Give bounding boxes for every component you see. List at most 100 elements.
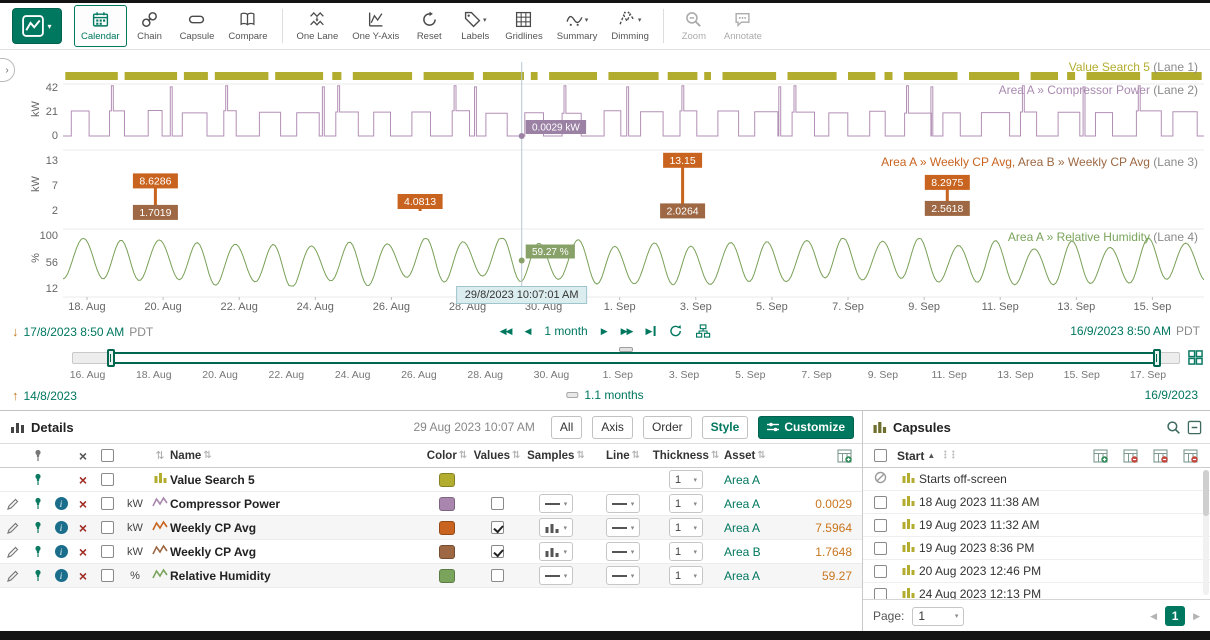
range-start-arrow-icon[interactable]: ↑ [12,388,19,403]
capsules-columns-icon[interactable] [1093,449,1108,463]
capsule-checkbox[interactable] [874,496,887,509]
lane-label[interactable]: Area A » Relative Humidity (Lane 4) [1008,230,1198,244]
display-duration-link[interactable]: 1 month [544,324,587,338]
style-button[interactable]: Style [702,416,749,439]
sidebar-expand-button[interactable]: › [0,58,15,82]
details-row[interactable]: i×kWWeekly CP Avg▾▾1▾Area A7.5964 [0,516,862,540]
remove-icon[interactable]: × [72,496,94,512]
thickness-select[interactable]: 1▾ [669,470,703,489]
capsules-stat-icon-2[interactable] [1153,449,1168,463]
remove-all-icon[interactable]: × [72,448,94,464]
slider-right-handle[interactable] [1153,349,1161,367]
slider-selected-range[interactable] [111,352,1157,364]
values-checkbox[interactable] [491,521,504,534]
samples-select[interactable]: ▾ [539,494,574,513]
row-checkbox[interactable] [101,545,114,558]
investigate-duration-link[interactable]: 1.1 months [584,388,643,402]
scrollbar[interactable] [1203,470,1209,595]
collapse-panel-icon[interactable] [1187,420,1202,435]
row-checkbox[interactable] [101,497,114,510]
capsule-row[interactable]: 20 Aug 2023 12:46 PM [863,560,1210,583]
remove-icon[interactable]: × [72,472,94,488]
capsule-row[interactable]: 19 Aug 2023 11:32 AM [863,514,1210,537]
line-style-select[interactable]: ▾ [606,542,641,561]
details-row[interactable]: i×kWCompressor Power▾▾1▾Area A0.0029 [0,492,862,516]
samples-select[interactable]: ▾ [539,542,573,561]
refresh-button[interactable] [668,324,682,338]
toolbar-chain-button[interactable]: Chain [127,5,173,47]
axis-button[interactable]: Axis [592,416,633,439]
color-swatch[interactable] [439,569,455,583]
asset-link[interactable]: Area A [724,473,760,487]
current-page-button[interactable]: 1 [1165,606,1185,626]
color-swatch[interactable] [439,521,455,535]
select-all-checkbox[interactable] [101,449,114,462]
capsules-stat-icon-3[interactable] [1183,449,1198,463]
thickness-select[interactable]: 1▾ [669,566,703,585]
toolbar-capsule-button[interactable]: Capsule [173,5,222,47]
line-style-select[interactable]: ▾ [606,494,641,513]
info-icon[interactable]: i [55,545,68,558]
toolbar-reset-button[interactable]: Reset [406,5,452,47]
investigate-range-start-link[interactable]: 14/8/2023 [24,389,77,403]
column-header-color[interactable]: Color⇅ [420,450,474,462]
toolbar-one-lane-button[interactable]: One Lane [290,5,346,47]
color-swatch[interactable] [439,545,455,559]
color-swatch[interactable] [439,497,455,511]
search-icon[interactable] [1166,420,1181,435]
remove-icon[interactable]: × [72,520,94,536]
select-all-capsules-checkbox[interactable] [874,449,887,462]
pin-icon[interactable] [32,569,44,582]
lane-label[interactable]: Area A » Weekly CP Avg, Area B » Weekly … [881,155,1198,169]
details-row[interactable]: i×kWWeekly CP Avg▾▾1▾Area B1.7648 [0,540,862,564]
capsule-row[interactable]: 18 Aug 2023 11:38 AM [863,491,1210,514]
details-columns-icon[interactable] [837,449,852,463]
copy-time-range-button[interactable] [695,324,710,338]
column-header-samples[interactable]: Samples⇅ [520,450,592,462]
pan-back-button[interactable]: ◀ [524,326,531,337]
asset-link[interactable]: Area A [724,569,760,583]
column-header-asset[interactable]: Asset⇅ [718,450,798,462]
column-header-line[interactable]: Line⇅ [592,450,654,462]
toolbar-gridlines-button[interactable]: Gridlines [498,5,550,47]
edit-icon[interactable] [7,546,19,558]
duration-grip[interactable] [566,392,578,398]
lane-label[interactable]: Value Search 5 (Lane 1) [1069,60,1198,74]
samples-select[interactable]: ▾ [539,518,573,537]
prev-page-icon[interactable]: ◀ [1150,611,1157,622]
pan-fast-forward-button[interactable]: ▶▶ [621,326,633,337]
capsule-time-toggle-icon[interactable] [1188,350,1203,365]
seeq-logo-button[interactable]: ▾ [12,8,62,44]
column-header-values[interactable]: Values⇅ [474,450,520,462]
info-icon[interactable]: i [55,569,68,582]
asset-link[interactable]: Area A [724,521,760,535]
values-checkbox[interactable] [491,497,504,510]
details-row[interactable]: i×%Relative Humidity▾▾1▾Area A59.27 [0,564,862,588]
color-swatch[interactable] [439,473,455,487]
asset-link[interactable]: Area B [724,545,761,559]
sort-order-icon[interactable]: ⇅ [150,449,170,462]
order-button[interactable]: Order [643,416,692,439]
toolbar-labels-button[interactable]: ▾Labels [452,5,498,47]
capsule-row[interactable]: Starts off-screen [863,468,1210,491]
capsule-checkbox[interactable] [874,565,887,578]
time-range-slider[interactable] [72,352,1180,364]
toolbar-calendar-button[interactable]: Calendar [74,5,127,47]
row-checkbox[interactable] [101,473,114,486]
investigate-range-end-link[interactable]: 16/9/2023 [1145,388,1198,402]
row-checkbox[interactable] [101,569,114,582]
slider-left-handle[interactable] [107,349,115,367]
pin-icon[interactable] [32,521,44,534]
toolbar-dimming-button[interactable]: ▾Dimming [604,5,655,47]
remove-icon[interactable]: × [72,544,94,560]
column-header-name[interactable]: Name⇅ [170,450,420,462]
customize-button[interactable]: Customize [758,416,854,439]
capsule-checkbox[interactable] [874,542,887,555]
values-checkbox[interactable] [491,545,504,558]
line-style-select[interactable]: ▾ [606,518,641,537]
toolbar-summary-button[interactable]: ▾Summary [550,5,605,47]
pin-icon[interactable] [32,449,44,462]
line-style-select[interactable]: ▾ [606,566,641,585]
thickness-select[interactable]: 1▾ [669,542,703,561]
page-size-select[interactable]: 1▾ [912,607,964,626]
